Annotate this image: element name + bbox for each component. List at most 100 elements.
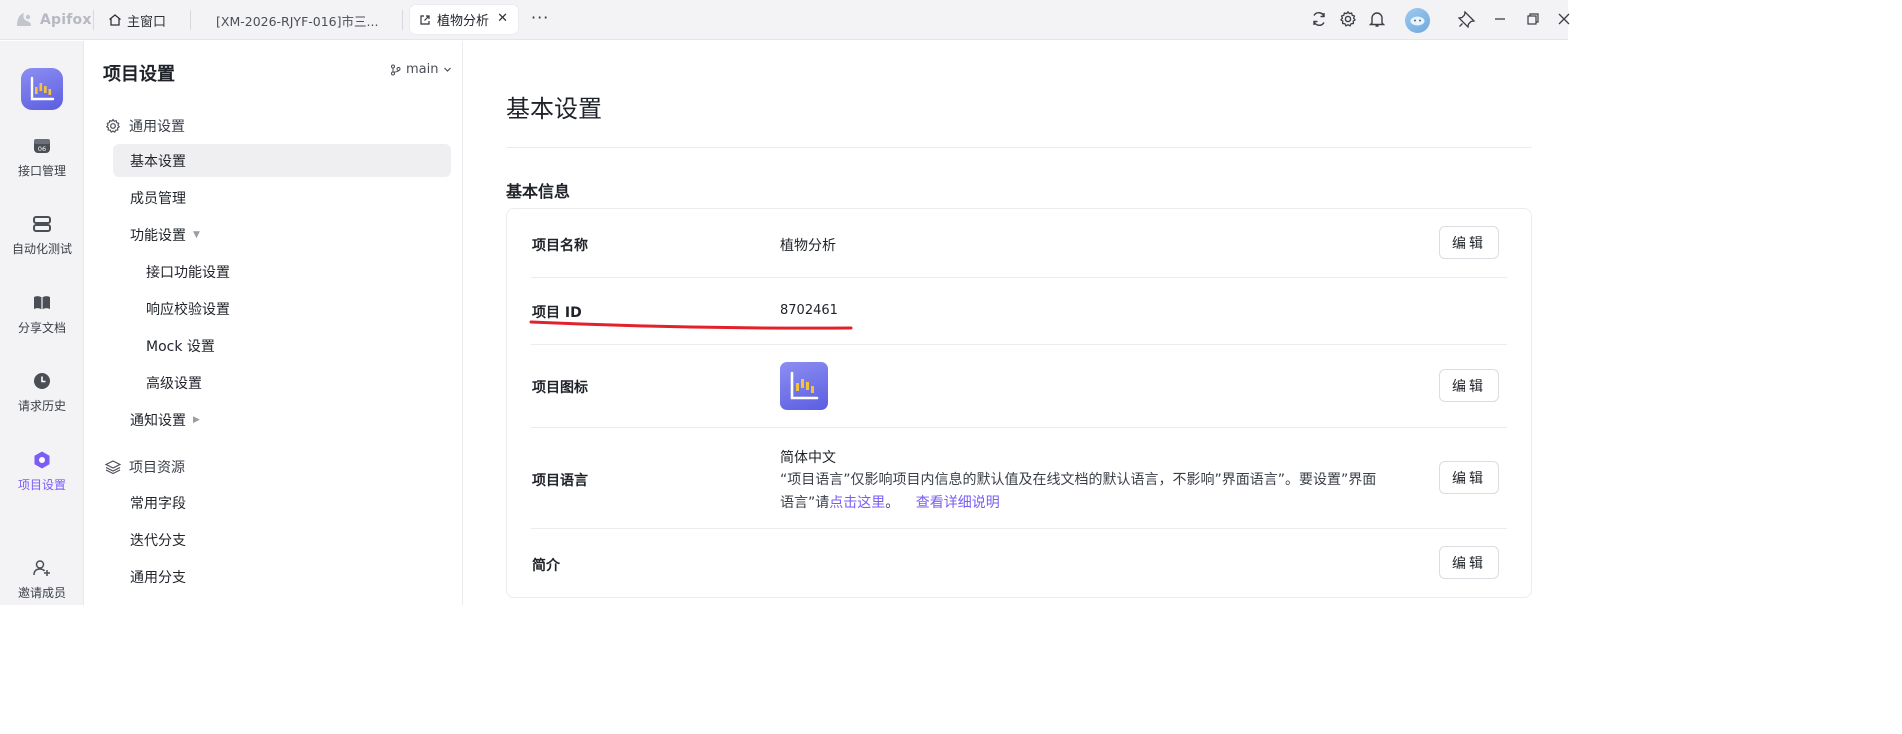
rail-item-automation[interactable]: 自动化测试 (0, 214, 84, 264)
rail-item-history[interactable]: 请求历史 (0, 371, 84, 421)
nav-item-feature-settings[interactable]: 功能设置 ▼ (113, 218, 451, 251)
edit-name-button[interactable]: 编辑 (1439, 226, 1499, 259)
nav-item-label: 接口功能设置 (146, 264, 230, 281)
project-tab-active[interactable]: 植物分析 ✕ (410, 5, 518, 34)
nav-item-members[interactable]: 成员管理 (113, 181, 451, 214)
close-window-icon[interactable] (1555, 10, 1573, 28)
project-tab-active-label: 植物分析 (437, 14, 490, 29)
project-name-value: 植物分析 (780, 238, 836, 254)
apifox-logo-icon (17, 13, 31, 26)
nav-group-resources: 项目资源 (105, 457, 185, 477)
title-separator (402, 10, 403, 30)
branch-name: main (406, 62, 439, 77)
external-link-icon (420, 14, 430, 25)
avatar[interactable] (1405, 8, 1430, 33)
view-details-link[interactable]: 查看详细说明 (916, 495, 1000, 511)
nav-item-label: 响应校验设置 (146, 301, 230, 318)
rail-item-label: 接口管理 (17, 164, 66, 178)
caret-right-icon: ▶ (193, 414, 200, 425)
refresh-icon[interactable] (1310, 10, 1328, 28)
chart-logo-icon (790, 371, 819, 400)
rail-item-label: 分享文档 (17, 321, 66, 335)
project-icon-image (780, 362, 828, 410)
language-description: “项目语言”仅影响项目内信息的默认值及在线文档的默认语言，不影响”界面语言”。要… (780, 469, 1390, 515)
nav-item-mock-settings[interactable]: Mock 设置 (113, 329, 451, 362)
edit-language-button[interactable]: 编辑 (1439, 461, 1499, 494)
nav-item-label: 通知设置 (130, 412, 186, 429)
title-separator (93, 10, 94, 30)
left-rail: 06 接口管理 自动化测试 分享文档 请求历史 项目设置 邀请成员 (0, 41, 84, 605)
nav-title: 项目设置 (103, 64, 175, 85)
rail-item-label: 项目设置 (17, 478, 66, 492)
api-icon: 06 (34, 139, 50, 153)
nav-item-response-validation[interactable]: 响应校验设置 (113, 292, 451, 325)
rail-item-label: 请求历史 (17, 399, 66, 413)
row-divider (531, 277, 1507, 278)
layers-icon (105, 460, 121, 475)
more-tabs-button[interactable]: ··· (531, 8, 549, 27)
gear-icon (105, 118, 121, 133)
svg-text:06: 06 (38, 145, 46, 153)
project-intro-label: 简介 (532, 558, 560, 574)
nav-item-label: 基本设置 (130, 153, 186, 170)
caret-down-icon: ▼ (193, 229, 200, 240)
app-logo: Apifox (14, 10, 92, 30)
nav-item-label: 成员管理 (130, 190, 186, 207)
title-divider (506, 147, 1532, 148)
click-here-link[interactable]: 点击这里 (829, 495, 885, 511)
restore-icon[interactable] (1524, 10, 1542, 28)
project-id-value: 8702461 (780, 303, 838, 318)
nav-item-label: 常用字段 (130, 495, 186, 512)
project-tab-1[interactable]: [XM-2026-RJYF-016]市三... (202, 8, 398, 32)
red-underline-annotation (529, 320, 853, 330)
nav-item-notification-settings[interactable]: 通知设置 ▶ (113, 403, 451, 436)
rail-item-project-settings[interactable]: 项目设置 (0, 450, 84, 500)
rail-item-docs[interactable]: 分享文档 (0, 293, 84, 343)
section-title: 基本信息 (506, 182, 571, 201)
nav-item-label: 通用分支 (130, 569, 186, 586)
pin-icon[interactable] (1458, 10, 1476, 28)
book-icon (34, 296, 50, 310)
basic-info-card: 项目名称 植物分析 编辑 项目 ID 8702461 项目图标 编辑 项目语言 … (506, 208, 1532, 598)
nav-item-advanced-settings[interactable]: 高级设置 (113, 366, 451, 399)
branch-selector[interactable]: main (390, 62, 452, 77)
rail-item-label: 邀请成员 (17, 586, 66, 600)
close-tab-icon[interactable]: ✕ (497, 11, 508, 26)
project-logo[interactable] (21, 68, 63, 110)
row-divider (531, 344, 1507, 345)
nav-item-basic-settings[interactable]: 基本设置 (113, 144, 451, 177)
branch-icon (391, 64, 401, 75)
edit-icon-button[interactable]: 编辑 (1439, 369, 1499, 402)
gear-icon[interactable] (1339, 10, 1357, 28)
clock-icon (34, 373, 50, 389)
home-icon (109, 14, 121, 26)
home-tab[interactable]: 主窗口 (108, 8, 166, 32)
user-add-icon (33, 560, 50, 576)
nav-group-general: 通用设置 (105, 116, 185, 136)
chart-logo-icon (30, 76, 55, 101)
project-language-value: 简体中文 (780, 450, 836, 466)
language-description-sep: 。 (885, 495, 904, 511)
bell-icon[interactable] (1368, 10, 1386, 28)
nav-item-iteration-branch[interactable]: 迭代分支 (113, 523, 451, 556)
title-separator (190, 10, 191, 30)
automation-icon (33, 216, 51, 232)
row-divider (531, 528, 1507, 529)
settings-nav: 项目设置 main 通用设置 基本设置 成员管理 功能设置 ▼ 接口功能设置 响… (85, 41, 463, 605)
project-icon-label: 项目图标 (532, 380, 588, 396)
nav-item-label: 迭代分支 (130, 532, 186, 549)
edit-intro-button[interactable]: 编辑 (1439, 546, 1499, 579)
project-name-label: 项目名称 (532, 238, 588, 254)
nav-item-common-branch[interactable]: 通用分支 (113, 560, 451, 593)
nav-item-common-fields[interactable]: 常用字段 (113, 486, 451, 519)
rail-item-api[interactable]: 06 接口管理 (0, 136, 84, 186)
chevron-down-icon (444, 67, 452, 72)
nav-item-api-feature[interactable]: 接口功能设置 (113, 255, 451, 288)
home-tab-label: 主窗口 (127, 14, 167, 30)
title-bar: Apifox 主窗口 [XM-2026-RJYF-016]市三... 植物分析 … (0, 0, 1570, 40)
project-tab-1-label: [XM-2026-RJYF-016]市三... (216, 13, 379, 29)
rail-item-label: 自动化测试 (11, 242, 72, 256)
rail-item-invite[interactable]: 邀请成员 (0, 558, 84, 608)
nav-item-label: 功能设置 (130, 227, 186, 244)
minimize-icon[interactable] (1491, 10, 1509, 28)
